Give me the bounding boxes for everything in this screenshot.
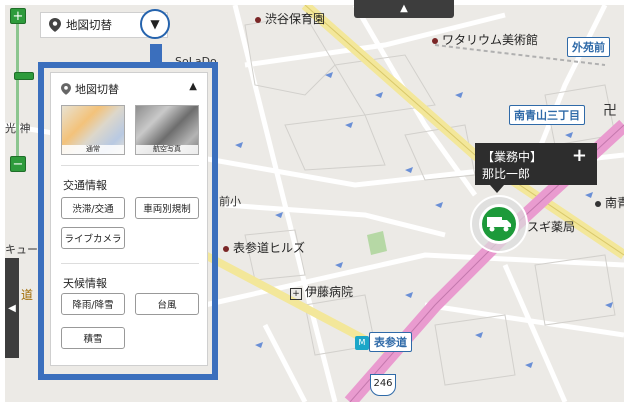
temple-icon: 卍	[603, 103, 617, 119]
poi-label: 南青	[595, 197, 624, 210]
zoom-out-button[interactable]: −	[10, 156, 26, 172]
poi-label: スギ薬局	[527, 220, 576, 234]
collapse-triangle-icon[interactable]: ▲	[189, 81, 197, 92]
weather-heading: 天候情報	[63, 277, 107, 290]
rain-snow-button[interactable]: 降雨/降雪	[61, 293, 125, 315]
route-shield: 246	[370, 374, 396, 396]
poi-label: 渋谷保育園	[255, 13, 325, 26]
vehicle-status: 【業務中】	[482, 150, 543, 164]
vehicle-restriction-button[interactable]: 車両別規制	[135, 197, 199, 219]
driver-name: 那比一郎	[482, 167, 531, 181]
subway-icon: M	[355, 336, 369, 350]
panel-title: 地図切替	[75, 83, 119, 96]
zoom-slider[interactable]: + −	[10, 8, 34, 172]
vehicle-info-popup[interactable]: 【業務中】 那比一郎 +	[475, 143, 597, 185]
panel-header: 地図切替	[61, 81, 119, 97]
map-type-aerial[interactable]: 航空写真	[135, 105, 199, 155]
road-label: 道	[21, 288, 34, 302]
map-type-normal[interactable]: 通常	[61, 105, 125, 155]
poi-label: 表参道ヒルズ	[223, 242, 305, 255]
triangle-up-icon: ▲	[400, 3, 408, 14]
map-type-normal-label: 通常	[62, 145, 124, 154]
map-layer-panel: 地図切替 ▲ 通常 航空写真 交通情報 渋滞/交通 車両別規制 ライブカメラ 天…	[50, 72, 208, 366]
station-label-omotesando[interactable]: 表参道	[369, 332, 412, 352]
poi-label: ワタリウム美術館	[432, 34, 538, 47]
map-viewer: 渋谷保育園 ワタリウム美術館 表参道ヒルズ + 伊藤病院 スギ薬局 南青 SoLa…	[0, 0, 630, 408]
traffic-heading: 交通情報	[63, 179, 107, 192]
triangle-left-icon: ◀	[8, 302, 16, 314]
map-pin-icon	[61, 83, 71, 95]
left-panel-toggle[interactable]: ◀	[5, 258, 19, 358]
map-switch-label: 地図切替	[66, 18, 112, 32]
congestion-button[interactable]: 渋滞/交通	[61, 197, 125, 219]
top-panel-toggle[interactable]: ▲	[354, 0, 454, 18]
zoom-handle[interactable]	[14, 72, 34, 80]
poi-label: キュー	[5, 243, 38, 256]
popup-pointer	[490, 185, 504, 193]
map-type-aerial-label: 航空写真	[136, 145, 198, 154]
live-camera-button[interactable]: ライブカメラ	[61, 227, 125, 249]
triangle-down-icon: ▼	[150, 17, 160, 31]
typhoon-button[interactable]: 台風	[135, 293, 199, 315]
dropdown-toggle-button[interactable]: ▼	[140, 9, 170, 39]
hospital-icon: +	[290, 288, 302, 300]
divider	[61, 263, 199, 264]
zoom-track[interactable]	[14, 24, 34, 156]
station-label-gaienmae[interactable]: 外苑前	[567, 37, 610, 57]
expand-plus-icon[interactable]: +	[572, 145, 587, 166]
truck-icon	[479, 204, 519, 244]
poi-label: 前小	[219, 195, 241, 208]
station-label-minami-aoyama[interactable]: 南青山三丁目	[509, 105, 585, 125]
zoom-in-button[interactable]: +	[10, 8, 26, 24]
poi-label: + 伊藤病院	[290, 286, 353, 300]
snow-button[interactable]: 積雪	[61, 327, 125, 349]
map-pin-icon	[49, 18, 61, 32]
vehicle-marker[interactable]	[470, 195, 528, 253]
divider	[61, 165, 199, 166]
